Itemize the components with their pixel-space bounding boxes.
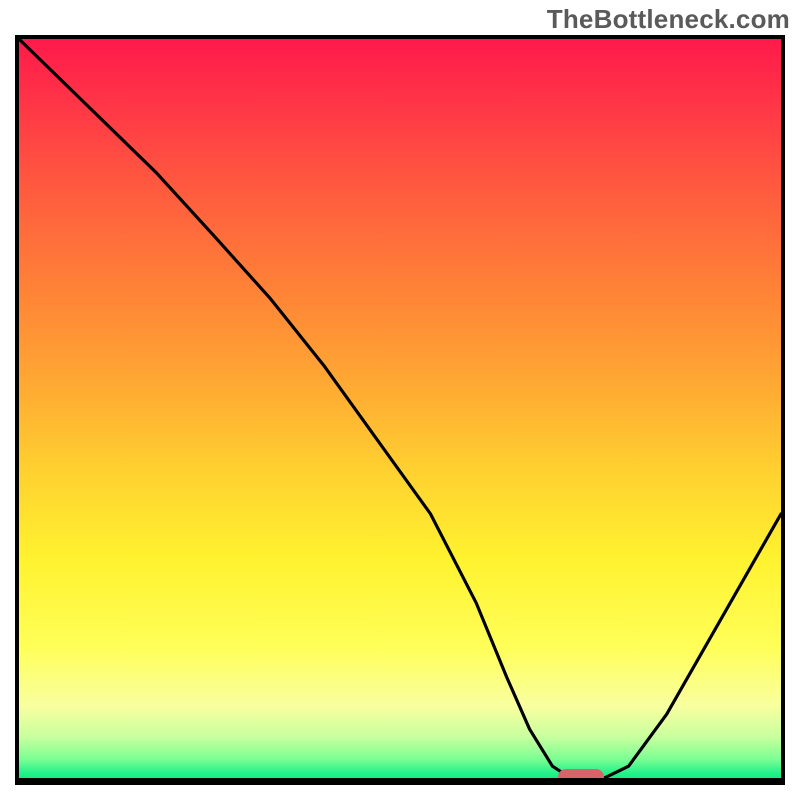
curve-path xyxy=(19,39,781,781)
chart-container xyxy=(0,0,800,800)
bottleneck-curve xyxy=(19,39,781,781)
axis-bottom xyxy=(19,778,781,781)
optimum-marker xyxy=(558,769,604,785)
plot-area xyxy=(15,35,785,785)
